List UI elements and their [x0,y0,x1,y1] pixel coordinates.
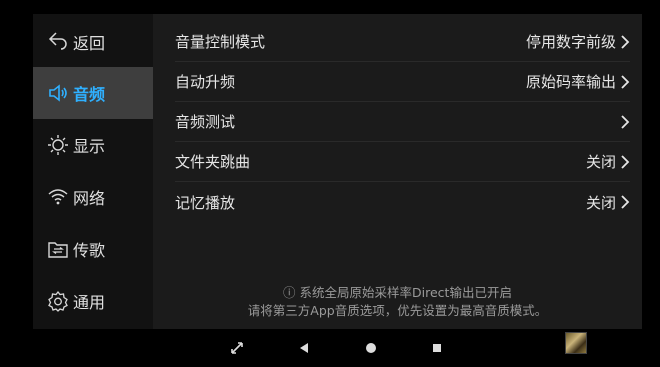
sidebar-item-label: 音频 [73,85,106,104]
setting-value-group [616,114,630,129]
chevron-right-icon [621,74,630,89]
setting-label: 音量控制模式 [175,33,266,51]
setting-value: 原始码率输出 [525,73,616,91]
setting-value-group: 关闭 [586,151,630,172]
back-icon [47,31,69,53]
sidebar-item-label: 通用 [73,293,106,312]
sidebar-item-transfer[interactable]: 传歌 [33,223,153,275]
setting-value-group: 停用数字前级 [526,31,630,52]
sidebar-item-display[interactable]: 显示 [33,119,153,171]
setting-label: 记忆播放 [175,193,236,212]
settings-list: 音量控制模式 停用数字前级 自动升频 原始码率输出 音频测试 文件夹跳曲 关闭 [153,14,642,329]
wifi-icon [47,186,69,208]
speaker-icon [47,82,69,104]
triangle-back-icon [300,343,308,353]
setting-value: 关闭 [585,193,616,212]
circle-home-icon [366,343,376,353]
setting-value: 停用数字前级 [525,33,616,51]
brightness-icon [47,134,69,156]
setting-value-group: 关闭 [586,192,630,213]
sidebar: 返回 音频 显示 网络 传歌 通用 [33,14,153,329]
home-button[interactable] [360,337,382,359]
fullscreen-button[interactable] [226,337,248,359]
setting-label: 自动升频 [175,73,236,91]
info-note: ⓘ 系统全局原始采样率Direct输出已开启 请将第三方App音质选项，优先设置… [153,284,642,320]
chevron-right-icon [621,34,630,49]
setting-audio-test[interactable]: 音频测试 [175,102,630,142]
back-nav-button[interactable] [293,337,315,359]
sidebar-item-audio[interactable]: 音频 [33,67,153,119]
info-note-line-1: ⓘ 系统全局原始采样率Direct输出已开启 [283,285,512,300]
sidebar-item-label: 网络 [73,189,106,208]
gear-icon [47,290,69,312]
chevron-right-icon [621,195,630,209]
setting-volume-control-mode[interactable]: 音量控制模式 停用数字前级 [175,22,630,62]
settings-screen: 返回 音频 显示 网络 传歌 通用 音量控制模式 停用数字前级 自动升频 原始码… [33,14,642,329]
sidebar-item-label: 传歌 [73,241,106,260]
setting-folder-skip[interactable]: 文件夹跳曲 关闭 [175,142,630,182]
sidebar-item-network[interactable]: 网络 [33,171,153,223]
sidebar-item-back[interactable]: 返回 [33,16,153,68]
sidebar-item-label: 显示 [73,137,106,156]
transfer-icon [47,238,69,260]
setting-value: 关闭 [585,153,616,171]
expand-icon [231,342,243,354]
setting-value-group: 原始码率输出 [526,71,630,92]
setting-memory-playback[interactable]: 记忆播放 关闭 [175,182,630,222]
square-recents-icon [433,344,441,352]
setting-auto-upsampling[interactable]: 自动升频 原始码率输出 [175,62,630,102]
chevron-right-icon [621,114,630,129]
recents-button[interactable] [426,337,448,359]
info-note-line-2: 请将第三方App音质选项，优先设置为最高音质模式。 [247,303,548,318]
system-nav-bar [0,329,660,367]
album-art-thumbnail[interactable] [565,332,587,354]
sidebar-item-label: 返回 [73,34,106,53]
setting-label: 音频测试 [175,113,236,131]
chevron-right-icon [621,154,630,169]
setting-label: 文件夹跳曲 [175,153,251,171]
sidebar-item-general[interactable]: 通用 [33,275,153,327]
